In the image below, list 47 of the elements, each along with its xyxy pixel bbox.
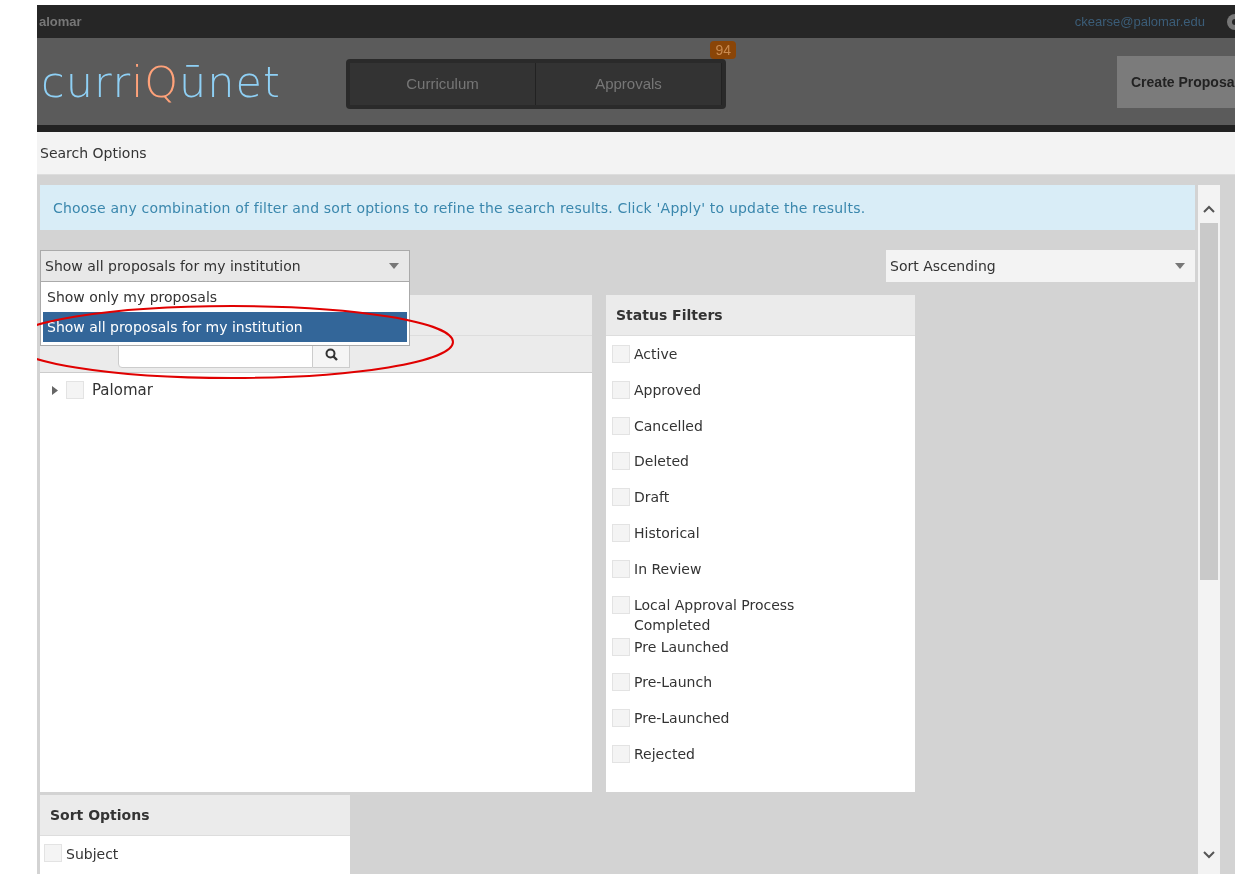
tree-item-label[interactable]: Palomar [92,381,153,399]
filter-label: Pre-Launched [634,709,730,729]
create-proposal-button[interactable]: Create Proposa [1117,55,1235,108]
checkbox[interactable] [612,524,630,542]
filter-label: Active [634,345,678,364]
search-icon [324,347,338,361]
checkbox[interactable] [612,416,630,435]
scroll-up-icon[interactable] [1203,205,1215,213]
scope-select[interactable]: Show all proposals for my institution [40,250,410,282]
info-message: Choose any combination of filter and sort options to refine the search results. Click 'Apply' to update the results. [40,185,1195,230]
filter-label: Pre-Launch [634,673,712,693]
filter-label: Approved [634,380,702,400]
caret-icon [1175,263,1185,269]
section-title: Search Options [40,145,147,161]
filter-label: In Review [634,559,702,579]
panel-title: Status Filters [616,307,723,323]
filter-label: Draft [634,488,670,508]
filter-label: Rejected [634,744,695,764]
sort-select[interactable]: Sort Ascending [886,250,1195,282]
filter-label: Deleted [634,452,689,472]
dropdown-option[interactable]: Show only my proposals [41,282,409,312]
filter-label: Pre Launched [634,637,729,657]
count-badge: 94 [710,40,736,59]
caret-icon [389,263,399,269]
checkbox[interactable] [44,844,62,862]
expand-icon[interactable] [52,385,58,395]
checkbox[interactable] [612,488,630,507]
site-name: alomar [38,14,82,29]
filter-label: Local Approval Process Completed [634,595,796,635]
scrollbar[interactable] [1198,185,1220,874]
dropdown-option[interactable]: Show all proposals for my institution [43,312,407,342]
checkbox[interactable] [612,452,630,471]
checkbox[interactable] [612,637,630,656]
checkbox[interactable] [612,380,630,399]
filter-label: Cancelled [634,416,703,436]
filter-label: Historical [634,524,700,543]
checkbox[interactable] [612,345,630,363]
logo: curriQūnet [40,56,282,107]
panel-title: Sort Options [50,807,150,823]
checkbox[interactable] [612,559,630,578]
sort-option-label: Subject [66,846,119,862]
checkbox[interactable] [612,595,630,614]
checkbox[interactable] [66,381,84,399]
checkbox[interactable] [612,709,630,728]
scroll-down-icon[interactable] [1203,851,1215,859]
checkbox[interactable] [612,744,630,763]
checkbox[interactable] [612,673,630,692]
